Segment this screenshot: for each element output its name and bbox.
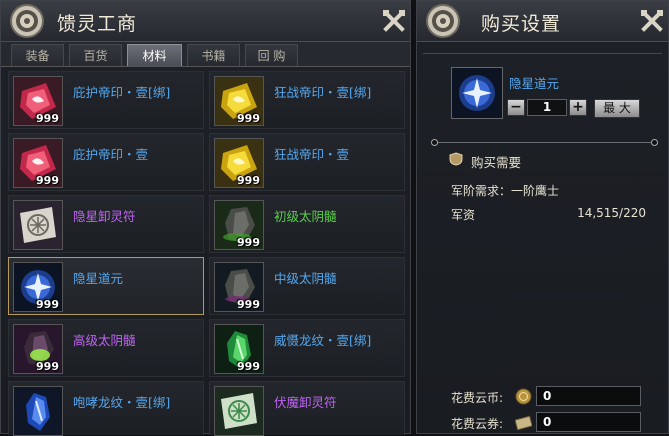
green-crystal-icon: 999 xyxy=(214,324,264,374)
tab-books[interactable]: 书籍 xyxy=(187,44,240,66)
purchase-settings-panel: 购买设置 隐星道元 − 1 + 最 大 购买需要 军阶需求：一阶鹰士 军资 14… xyxy=(416,0,669,434)
cost-coin-field: 0 xyxy=(536,386,641,406)
list-item[interactable]: 伏魔卸灵符 xyxy=(209,381,405,436)
tab-buyback[interactable]: 回 购 xyxy=(245,44,298,66)
list-item[interactable]: 999 庇护帝印・壹[绑] xyxy=(8,71,204,129)
item-name: 狂战帝印・壹[绑] xyxy=(274,85,372,100)
voucher-icon xyxy=(515,415,532,431)
gear-emblem-icon xyxy=(426,4,460,38)
list-item[interactable]: 999 初级太阴髓 xyxy=(209,195,405,253)
requirements-header: 购买需要 xyxy=(471,155,522,170)
list-item[interactable]: 999 庇护帝印・壹 xyxy=(8,133,204,191)
quantity-input[interactable]: 1 xyxy=(527,99,567,116)
purchase-titlebar: 购买设置 xyxy=(417,1,668,42)
item-name: 隐星卸灵符 xyxy=(73,209,136,224)
shop-title: 馈灵工商 xyxy=(57,13,138,35)
purchase-title: 购买设置 xyxy=(481,13,562,35)
star-orb-icon: 999 xyxy=(13,262,63,312)
gold-seal-icon: 999 xyxy=(214,76,264,126)
list-item-selected[interactable]: 999 隐星道元 xyxy=(8,257,204,315)
item-name: 咆哮龙纹・壹[绑] xyxy=(73,395,171,410)
category-tabs: 装备 百货 材料 书籍 回 购 xyxy=(1,42,410,67)
dark-crystal-icon: 999 xyxy=(214,262,264,312)
cost-voucher-field: 0 xyxy=(536,412,641,432)
divider xyxy=(423,53,662,54)
divider-end-dot xyxy=(651,139,658,146)
list-item[interactable]: 咆哮龙纹・壹[绑] xyxy=(8,381,204,436)
divider-end-dot xyxy=(431,139,438,146)
red-seal-icon: 999 xyxy=(13,76,63,126)
close-icon[interactable] xyxy=(640,9,664,33)
cost-voucher-label: 花费云券: xyxy=(451,417,504,431)
coin-icon xyxy=(515,388,532,405)
green-talisman-icon xyxy=(214,386,264,436)
item-name: 伏魔卸灵符 xyxy=(274,395,337,410)
max-quantity-button[interactable]: 最 大 xyxy=(594,99,640,118)
item-name: 隐星道元 xyxy=(73,271,124,286)
gold-seal-icon: 999 xyxy=(214,138,264,188)
star-orb-icon xyxy=(452,68,502,118)
gear-emblem-icon xyxy=(10,4,44,38)
increase-quantity-button[interactable]: + xyxy=(569,99,587,116)
list-item[interactable]: 隐星卸灵符 xyxy=(8,195,204,253)
list-item[interactable]: 999 狂战帝印・壹 xyxy=(209,133,405,191)
list-item[interactable]: 999 中级太阴髓 xyxy=(209,257,405,315)
rank-requirement: 军阶需求：一阶鹰士 xyxy=(451,184,560,198)
item-name: 威慑龙纹・壹[绑] xyxy=(274,333,372,348)
tab-general-goods[interactable]: 百货 xyxy=(69,44,122,66)
military-fund-value: 14,515/220 xyxy=(577,206,646,220)
selected-item-name: 隐星道元 xyxy=(509,76,560,91)
list-item[interactable]: 999 威慑龙纹・壹[绑] xyxy=(209,319,405,377)
talisman-scroll-icon xyxy=(13,200,63,250)
military-fund-label: 军资 xyxy=(451,208,476,222)
dark-crystal-icon: 999 xyxy=(214,200,264,250)
item-name: 庇护帝印・壹[绑] xyxy=(73,85,171,100)
item-name: 狂战帝印・壹 xyxy=(274,147,350,162)
tab-equipment[interactable]: 装备 xyxy=(11,44,64,66)
item-name: 庇护帝印・壹 xyxy=(73,147,149,162)
selected-item-slot xyxy=(451,67,503,119)
shop-titlebar: 馈灵工商 xyxy=(1,1,410,42)
shop-panel: 馈灵工商 装备 百货 材料 书籍 回 购 999 庇护帝印・壹[绑] 999 狂… xyxy=(0,0,411,436)
list-item[interactable]: 999 狂战帝印・壹[绑] xyxy=(209,71,405,129)
tab-materials[interactable]: 材料 xyxy=(127,44,182,66)
decrease-quantity-button[interactable]: − xyxy=(507,99,525,116)
item-name: 高级太阴髓 xyxy=(73,333,136,348)
item-name: 中级太阴髓 xyxy=(274,271,337,286)
close-icon[interactable] xyxy=(382,9,406,33)
shield-icon xyxy=(449,152,463,166)
item-name: 初级太阴髓 xyxy=(274,209,337,224)
divider xyxy=(435,142,654,143)
dark-crystal-icon: 999 xyxy=(13,324,63,374)
blue-crystal-icon xyxy=(13,386,63,436)
red-seal-icon: 999 xyxy=(13,138,63,188)
list-item[interactable]: 999 高级太阴髓 xyxy=(8,319,204,377)
cost-coin-label: 花费云币: xyxy=(451,391,504,405)
